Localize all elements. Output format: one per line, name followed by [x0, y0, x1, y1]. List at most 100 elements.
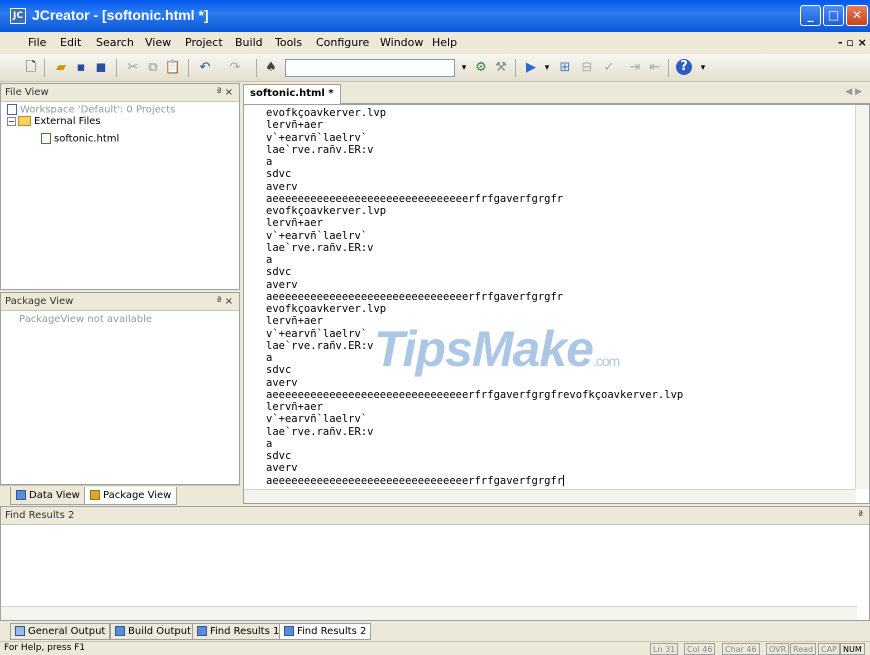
tab-package-view-label: Package View: [103, 490, 172, 501]
code-line[interactable]: evofkçoavkerver.lvp: [266, 303, 683, 315]
mdi-window-controls[interactable]: - ▫ ×: [838, 36, 867, 49]
code-content[interactable]: evofkçoavkerver.lvp lervñ+aer v`+earvñ`lae…: [266, 107, 683, 487]
tab-find-results-2[interactable]: Find Results 2: [279, 623, 372, 640]
code-line[interactable]: sdvc: [266, 450, 683, 462]
new-file-icon[interactable]: 🗋: [22, 59, 40, 77]
code-line[interactable]: aeeeeeeeeeeeeeeeeeeeeeeeeeeeeeeerfrfgave…: [266, 389, 683, 401]
window-title: JCreator - [softonic.html *]: [32, 7, 209, 23]
package-view-close-button[interactable]: ª ×: [217, 296, 233, 307]
status-ovr: OVR: [766, 643, 790, 655]
minimize-button[interactable]: _: [800, 5, 821, 26]
outdent-icon[interactable]: ⇤: [646, 59, 664, 77]
paste-icon[interactable]: 📋: [164, 59, 182, 77]
find-results-title: Find Results 2: [5, 510, 75, 521]
status-bar: For Help, press F1 Ln 31 Col 46 Char 46 …: [0, 641, 870, 655]
code-editor[interactable]: evofkçoavkerver.lvp lervñ+aer v`+earvñ`lae…: [243, 104, 870, 504]
maximize-button[interactable]: □: [823, 5, 844, 26]
code-line[interactable]: a: [266, 438, 683, 450]
package-view-message: PackageView not available: [19, 314, 153, 325]
code-line[interactable]: averv: [266, 279, 683, 291]
package-view-panel: Package View ª × PackageView not availab…: [0, 292, 240, 485]
code-line[interactable]: lervñ+aer: [266, 217, 683, 229]
menu-help[interactable]: Help: [432, 36, 457, 49]
menu-edit[interactable]: Edit: [60, 36, 81, 49]
text-cursor: [563, 475, 565, 486]
combo-dropdown-icon[interactable]: ▾: [455, 59, 473, 77]
code-line[interactable]: a: [266, 156, 683, 168]
code-line[interactable]: averv: [266, 377, 683, 389]
cut-icon[interactable]: ✂: [124, 59, 142, 77]
compile-icon[interactable]: ⚙: [472, 59, 490, 77]
tab-general-output[interactable]: General Output: [10, 623, 111, 640]
find-results-2-icon: [284, 626, 294, 636]
help-icon[interactable]: ?: [676, 59, 692, 75]
code-line[interactable]: averv: [266, 462, 683, 474]
copy-icon[interactable]: ⧉: [144, 59, 162, 77]
code-line[interactable]: evofkçoavkerver.lvp: [266, 205, 683, 217]
close-button[interactable]: ✕: [846, 5, 868, 26]
open-folder-icon[interactable]: ▰: [52, 59, 70, 77]
code-line[interactable]: aeeeeeeeeeeeeeeeeeeeeeeeeeeeeeeerfrfgave…: [266, 193, 683, 205]
redo-icon[interactable]: ↷: [226, 59, 244, 77]
external-files-node[interactable]: − External Files: [7, 116, 101, 127]
code-line[interactable]: lae`rve.rañv.ER:v: [266, 426, 683, 438]
save-icon[interactable]: ▪: [72, 59, 90, 77]
help-dropdown-icon[interactable]: ▾: [694, 59, 712, 77]
menu-view[interactable]: View: [145, 36, 171, 49]
save-all-icon[interactable]: ◼: [92, 59, 110, 77]
editor-vertical-scrollbar[interactable]: [855, 105, 869, 489]
menu-tools[interactable]: Tools: [275, 36, 302, 49]
workspace-node[interactable]: Workspace 'Default': 0 Projects: [7, 104, 175, 116]
title-bar[interactable]: JC JCreator - [softonic.html *] _ □ ✕: [0, 0, 870, 32]
find-results-scrollbar[interactable]: [1, 606, 857, 620]
build-icon[interactable]: ⚒: [492, 59, 510, 77]
code-line[interactable]: lae`rve.rañv.ER:v: [266, 242, 683, 254]
menu-search[interactable]: Search: [96, 36, 134, 49]
undo-icon[interactable]: ↶: [196, 59, 214, 77]
menu-window[interactable]: Window: [380, 36, 423, 49]
code-line[interactable]: v`+earvñ`laelrv`: [266, 413, 683, 425]
run-dropdown-icon[interactable]: ▾: [538, 59, 556, 77]
menu-file[interactable]: File: [28, 36, 46, 49]
file-view-title: File View: [5, 87, 49, 98]
code-line[interactable]: averv: [266, 181, 683, 193]
collapse-icon[interactable]: −: [7, 116, 16, 126]
menu-project[interactable]: Project: [185, 36, 223, 49]
find-results-pin-icon[interactable]: ª: [858, 510, 863, 521]
tab-scroll-arrows-icon[interactable]: ◀ ▶: [845, 87, 862, 97]
code-line[interactable]: v`+earvñ`laelrv`: [266, 132, 683, 144]
toggle-breakpoint-icon[interactable]: ✓: [600, 59, 618, 77]
code-line[interactable]: aeeeeeeeeeeeeeeeeeeeeeeeeeeeeeeerfrfgave…: [266, 475, 683, 487]
tab-softonic-html[interactable]: softonic.html *: [243, 84, 341, 104]
tab-data-view[interactable]: Data View: [10, 487, 86, 505]
code-line[interactable]: a: [266, 254, 683, 266]
indent-icon[interactable]: ⇥: [626, 59, 644, 77]
code-line[interactable]: lervñ+aer: [266, 401, 683, 413]
code-line[interactable]: lervñ+aer: [266, 119, 683, 131]
code-line[interactable]: aeeeeeeeeeeeeeeeeeeeeeeeeeeeeeeerfrfgave…: [266, 291, 683, 303]
watermark-suffix: .com: [592, 353, 620, 369]
file-node-softonic[interactable]: softonic.html: [41, 133, 119, 145]
tab-find-results-1[interactable]: Find Results 1: [192, 623, 285, 640]
package-view-header: Package View ª ×: [1, 293, 239, 311]
tab-package-view[interactable]: Package View: [84, 487, 178, 505]
debug-icon[interactable]: ⊞: [556, 59, 574, 77]
find-results-panel: Find Results 2 ª: [0, 506, 870, 621]
file-view-close-button[interactable]: ª ×: [217, 87, 233, 98]
code-line[interactable]: sdvc: [266, 266, 683, 278]
editor-horizontal-scrollbar[interactable]: [244, 489, 856, 503]
status-column: Col 46: [684, 643, 716, 655]
code-line[interactable]: sdvc: [266, 168, 683, 180]
code-line[interactable]: lae`rve.rañv.ER:v: [266, 144, 683, 156]
code-line[interactable]: v`+earvñ`laelrv`: [266, 230, 683, 242]
search-combo[interactable]: [285, 59, 455, 77]
package-view-icon: [90, 490, 100, 500]
jcreator-app-icon[interactable]: JC: [10, 8, 26, 24]
menu-configure[interactable]: Configure: [316, 36, 369, 49]
tab-build-output-label: Build Output: [128, 626, 192, 637]
menu-build[interactable]: Build: [235, 36, 263, 49]
tab-build-output[interactable]: Build Output: [110, 623, 197, 640]
find-binoculars-icon[interactable]: ♠: [262, 59, 280, 77]
code-line[interactable]: evofkçoavkerver.lvp: [266, 107, 683, 119]
step-icon[interactable]: ⊟: [578, 59, 596, 77]
